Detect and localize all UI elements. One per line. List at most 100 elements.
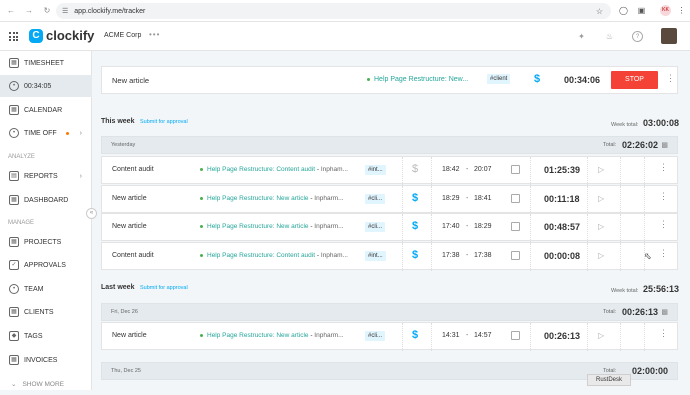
submit-approval-link[interactable]: Submit for approval bbox=[140, 285, 188, 291]
more-options-icon[interactable]: ⋮ bbox=[659, 329, 668, 338]
entry-tag[interactable]: #int... bbox=[365, 251, 386, 261]
calendar-icon[interactable] bbox=[511, 165, 520, 174]
sidebar-item-time-tracker[interactable]: • 00:34:05 bbox=[0, 75, 92, 97]
rustdesk-badge[interactable]: RustDesk bbox=[587, 374, 631, 386]
entry-end-time[interactable]: 17:38 bbox=[474, 252, 492, 259]
sidebar-item-team[interactable]: • TEAM bbox=[0, 278, 92, 300]
time-entry-row[interactable]: New article Help Page Restructure: New a… bbox=[101, 185, 678, 214]
entry-project[interactable]: Help Page Restructure: Content audit - I… bbox=[200, 252, 360, 259]
submit-approval-link[interactable]: Submit for approval bbox=[140, 119, 188, 125]
sidebar-item-invoices[interactable]: ▦ INVOICES bbox=[0, 349, 92, 371]
workspace-menu-icon[interactable]: ••• bbox=[149, 30, 160, 39]
more-options-icon[interactable]: ⋮ bbox=[659, 249, 668, 258]
more-options-icon[interactable]: ⋮ bbox=[659, 163, 668, 172]
entry-description[interactable]: Content audit bbox=[112, 252, 154, 259]
time-entry-row[interactable]: Content audit Help Page Restructure: Con… bbox=[101, 242, 678, 271]
sidebar-item-tags[interactable]: ◆ TAGS bbox=[0, 325, 92, 347]
sidebar-item-clients[interactable]: ▦ CLIENTS bbox=[0, 301, 92, 323]
billable-dollar-icon[interactable]: $ bbox=[412, 249, 418, 261]
time-entry-row[interactable]: Content audit Help Page Restructure: Con… bbox=[101, 156, 678, 185]
profile-avatar[interactable]: KK bbox=[660, 5, 671, 16]
entry-project[interactable]: Help Page Restructure: New article - Inp… bbox=[200, 332, 360, 339]
sidebar-item-calendar[interactable]: ▦ CALENDAR bbox=[0, 99, 92, 121]
time-entry-row[interactable]: New article Help Page Restructure: New a… bbox=[101, 213, 678, 242]
entry-project[interactable]: Help Page Restructure: Content audit - I… bbox=[200, 166, 360, 173]
forward-icon[interactable]: → bbox=[22, 6, 36, 15]
sidebar-show-more[interactable]: ⌄ SHOW MORE bbox=[0, 373, 92, 395]
entry-description[interactable]: New article bbox=[112, 332, 147, 339]
play-icon[interactable]: ▷ bbox=[598, 165, 604, 174]
clockify-logo[interactable]: C clockify bbox=[29, 28, 94, 43]
entry-end-time[interactable]: 20:07 bbox=[474, 166, 492, 173]
user-avatar[interactable] bbox=[661, 28, 677, 44]
entry-tag[interactable]: #cli... bbox=[365, 331, 386, 341]
more-options-icon[interactable]: ⋮ bbox=[659, 192, 668, 201]
entry-start-time[interactable]: 18:42 bbox=[442, 166, 460, 173]
billable-dollar-icon[interactable]: $ bbox=[412, 220, 418, 232]
entry-tag[interactable]: #int... bbox=[365, 165, 386, 175]
more-options-icon[interactable]: ⋮ bbox=[659, 220, 668, 229]
sidebar-item-reports[interactable]: ▤ REPORTS › bbox=[0, 165, 92, 187]
bookmark-star-icon[interactable]: ☆ bbox=[596, 7, 603, 16]
play-icon[interactable]: ▷ bbox=[598, 251, 604, 260]
address-bar[interactable]: ☰ app.clockify.me/tracker ☆ bbox=[56, 3, 611, 19]
entry-project[interactable]: Help Page Restructure: New article - Inp… bbox=[200, 223, 360, 230]
entry-duration[interactable]: 01:25:39 bbox=[544, 165, 580, 175]
entry-tag[interactable]: #cli... bbox=[365, 194, 386, 204]
entry-project[interactable]: Help Page Restructure: New article - Inp… bbox=[200, 195, 360, 202]
extensions-puzzle-icon[interactable]: ▣ bbox=[636, 5, 647, 16]
entry-description[interactable]: New article bbox=[112, 195, 147, 202]
entry-end-time[interactable]: 18:41 bbox=[474, 195, 492, 202]
entry-start-time[interactable]: 18:29 bbox=[442, 195, 460, 202]
billable-dollar-icon[interactable]: $ bbox=[412, 192, 418, 204]
timer-tag[interactable]: #client bbox=[487, 74, 511, 84]
help-icon[interactable]: ? bbox=[632, 31, 643, 42]
entry-description[interactable]: New article bbox=[112, 223, 147, 230]
bulk-edit-icon[interactable]: ▩ bbox=[661, 141, 668, 149]
play-icon[interactable]: ▷ bbox=[598, 222, 604, 231]
sidebar-item-time-off[interactable]: • TIME OFF › bbox=[0, 122, 92, 144]
entry-duration[interactable]: 00:26:13 bbox=[544, 331, 580, 341]
app-header: C clockify ACME Corp ••• ✦ ♨ ? bbox=[0, 22, 690, 51]
calendar-icon[interactable] bbox=[511, 251, 520, 260]
sidebar-item-approvals[interactable]: ✓ APPROVALS bbox=[0, 254, 92, 276]
sidebar-item-projects[interactable]: ▦ PROJECTS bbox=[0, 231, 92, 253]
workspace-name[interactable]: ACME Corp bbox=[104, 32, 141, 39]
entry-tag[interactable]: #cli... bbox=[365, 222, 386, 232]
back-icon[interactable]: ← bbox=[4, 6, 18, 15]
time-entry-row[interactable]: New article Help Page Restructure: New a… bbox=[101, 322, 678, 351]
entry-end-time[interactable]: 14:57 bbox=[474, 332, 492, 339]
entry-start-time[interactable]: 14:31 bbox=[442, 332, 460, 339]
site-info-icon[interactable]: ☰ bbox=[62, 7, 68, 15]
entry-start-time[interactable]: 17:40 bbox=[442, 223, 460, 230]
entry-start-time[interactable]: 17:38 bbox=[442, 252, 460, 259]
timer-description[interactable]: New article bbox=[112, 76, 149, 85]
app-grid-icon[interactable] bbox=[9, 32, 18, 41]
calendar-icon[interactable] bbox=[511, 194, 520, 203]
collapse-sidebar-icon[interactable]: « bbox=[86, 208, 97, 219]
entry-description[interactable]: Content audit bbox=[112, 166, 154, 173]
entry-end-time[interactable]: 18:29 bbox=[474, 223, 492, 230]
bulk-edit-icon[interactable]: ▩ bbox=[661, 308, 668, 316]
divider bbox=[644, 323, 645, 351]
entry-duration[interactable]: 00:48:57 bbox=[544, 222, 580, 232]
sidebar-item-dashboard[interactable]: ▦ DASHBOARD bbox=[0, 189, 92, 211]
extension-link-icon[interactable]: ✦ bbox=[576, 31, 587, 42]
play-icon[interactable]: ▷ bbox=[598, 331, 604, 340]
sidebar-item-timesheet[interactable]: ▦ TIMESHEET bbox=[0, 52, 92, 74]
entry-duration[interactable]: 00:00:08 bbox=[544, 251, 580, 261]
browser-menu-icon[interactable]: ⋮ bbox=[676, 5, 687, 16]
timer-project[interactable]: Help Page Restructure: New... bbox=[367, 76, 468, 83]
reload-icon[interactable]: ↻ bbox=[40, 6, 54, 15]
calendar-icon[interactable] bbox=[511, 331, 520, 340]
billable-dollar-icon[interactable]: $ bbox=[412, 163, 418, 175]
stop-button[interactable]: STOP bbox=[611, 71, 658, 89]
billable-dollar-icon[interactable]: $ bbox=[534, 73, 540, 85]
entry-duration[interactable]: 00:11:18 bbox=[544, 194, 580, 204]
calendar-icon[interactable] bbox=[511, 222, 520, 231]
notification-bell-icon[interactable]: ♨ bbox=[604, 31, 615, 42]
more-options-icon[interactable]: ⋮ bbox=[666, 74, 675, 83]
play-icon[interactable]: ▷ bbox=[598, 194, 604, 203]
billable-dollar-icon[interactable]: $ bbox=[412, 329, 418, 341]
clockify-extension-icon[interactable]: ◯ bbox=[618, 5, 629, 16]
